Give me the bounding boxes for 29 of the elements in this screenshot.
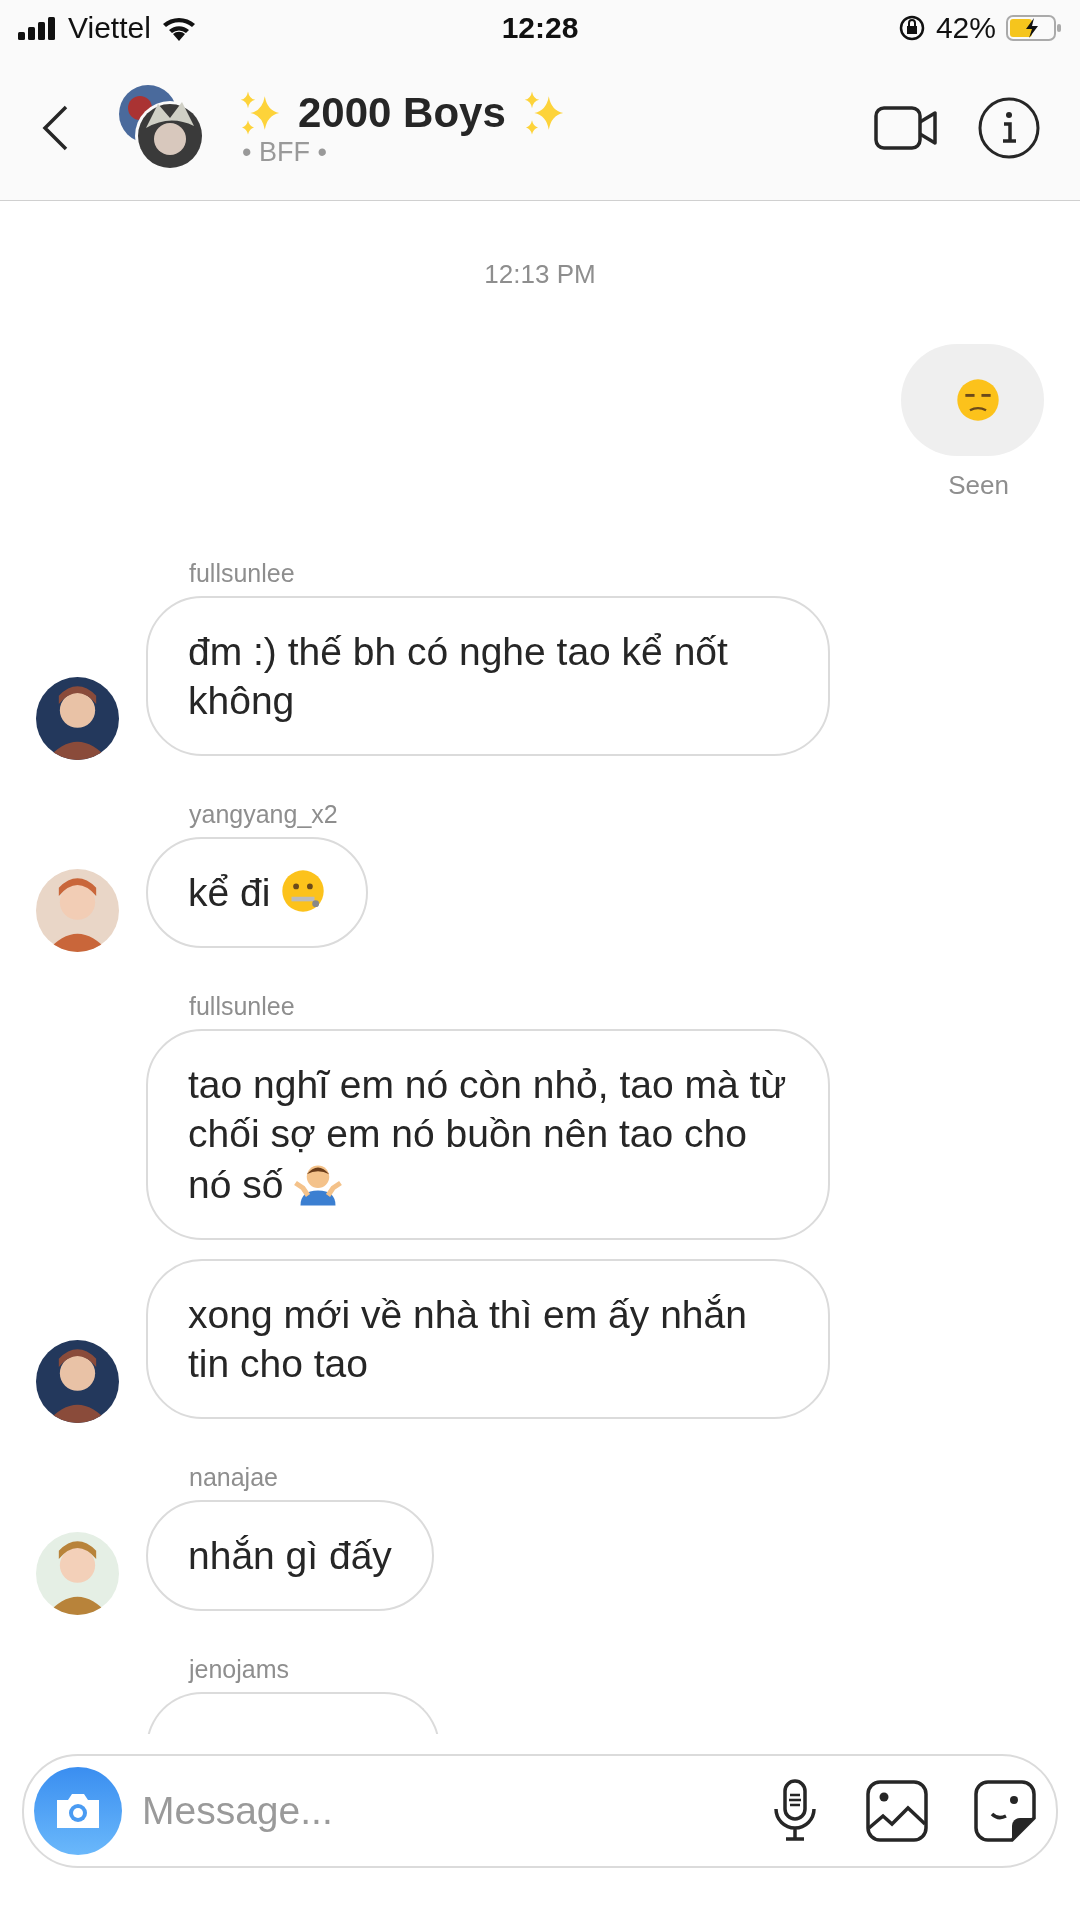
signal-icon <box>18 16 58 40</box>
sender-name: fullsunlee <box>189 992 296 1021</box>
gallery-icon[interactable] <box>866 1780 928 1842</box>
seen-receipt: Seen <box>948 470 1009 501</box>
battery-percent: 42% <box>935 11 996 45</box>
message-timestamp: 12:13 PM <box>483 259 597 290</box>
zipper-mouth-face-icon <box>280 868 327 914</box>
rotation-lock-icon <box>897 14 926 42</box>
message-bubble: nhắn gì đấy <box>146 1500 434 1611</box>
back-icon[interactable] <box>40 104 70 152</box>
sender-name: fullsunlee <box>189 559 296 588</box>
chat-title: 2000 Boys <box>298 88 506 137</box>
info-icon[interactable] <box>978 97 1040 159</box>
battery-icon <box>1006 14 1062 42</box>
camera-button[interactable] <box>34 1767 122 1855</box>
message-bubble: tao nghĩ em nó còn nhỏ, tao mà từ chối sợ em nó buồn nên tao cho nó số <box>146 1029 830 1240</box>
message-input[interactable]: Message... <box>140 1788 724 1834</box>
unamused-face-icon <box>954 377 1001 423</box>
clock-time: 12:28 <box>501 11 579 45</box>
message-bubble: kể đi <box>146 837 369 948</box>
sender-name: yangyang_x2 <box>189 800 339 829</box>
message-bubble: đm :) thế bh có nghe tao kể nốt không <box>146 596 830 756</box>
sender-name: jenojams <box>189 1655 291 1684</box>
sender-name: nanajae <box>189 1463 279 1492</box>
video-call-icon[interactable] <box>874 104 938 152</box>
carrier-name: Viettel <box>68 11 151 45</box>
sticker-icon[interactable] <box>974 1780 1036 1842</box>
message-bubble: xong mới về nhà thì em ấy nhắn tin cho tao <box>146 1259 830 1419</box>
chat-subtitle: • BFF • <box>242 136 328 168</box>
